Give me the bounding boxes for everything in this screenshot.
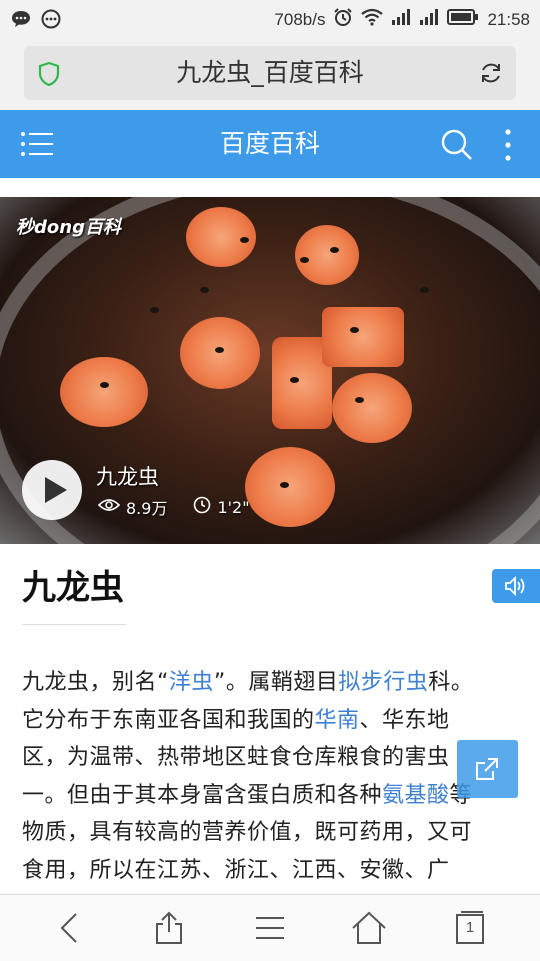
beetle [215, 347, 224, 353]
article-line: 九龙虫，别名“洋虫”。属鞘翅目拟步行虫科。 [22, 664, 520, 702]
video-watermark: 秒dong百科 [16, 217, 121, 238]
status-bar: 708b/s 21:58 [0, 0, 540, 38]
search-icon[interactable] [440, 128, 474, 166]
link-nibuxingchong[interactable]: 拟步行虫 [338, 670, 428, 695]
link-huanan[interactable]: 华南 [315, 708, 360, 733]
app-title: 百度百科 [219, 129, 320, 158]
article-line: 它分布于东南亚各国和我国的华南、华东地 [22, 702, 520, 740]
beetle [240, 237, 249, 243]
beetle [420, 287, 429, 293]
carrot-slice [180, 317, 260, 389]
view-count: 8.9万 [126, 499, 168, 518]
wifi-icon [361, 8, 384, 31]
article-line: 一。但由于其本身富含蛋白质和各种氨基酸等 [22, 777, 520, 815]
more-dots-icon [40, 8, 62, 34]
home-icon[interactable] [351, 910, 387, 946]
article-line: 物质，具有较高的营养价值，既可药用，又可 [22, 820, 473, 845]
address-bar[interactable]: 九龙虫_百度百科 [24, 46, 516, 100]
article-line: 食用，所以在江苏、浙江、江西、安徽、广 [22, 857, 450, 883]
link-anjisuan[interactable]: 氨基酸 [382, 783, 450, 808]
video-title: 九龙虫 [96, 465, 159, 489]
chat-bubble-icon [10, 8, 32, 34]
carrot-slice [60, 357, 148, 427]
carrot-slice [332, 373, 412, 443]
video-meta: 8.9万 1'2" [97, 495, 250, 519]
beetle [290, 377, 299, 383]
share-icon[interactable] [151, 910, 187, 946]
menu-icon[interactable] [20, 131, 54, 161]
bottom-toolbar: 1 [0, 894, 540, 961]
text-run: 九龙虫，别名“ [22, 670, 169, 695]
clock-icon [193, 496, 211, 518]
carrot-slice [322, 307, 404, 367]
carrot-slice [245, 447, 335, 527]
signal-icon [391, 8, 411, 31]
beetle [200, 287, 209, 293]
article-body: 九龙虫，别名“洋虫”。属鞘翅目拟步行虫科。 它分布于东南亚各国和我国的华南、华东… [22, 664, 520, 894]
article-title: 九龙虫 [22, 568, 124, 608]
floating-share-button[interactable] [457, 740, 518, 798]
shield-icon[interactable] [38, 61, 60, 91]
address-bar-container: 九龙虫_百度百科 [0, 38, 540, 110]
play-button[interactable] [22, 460, 82, 520]
reload-icon[interactable] [478, 60, 504, 90]
beetle [100, 382, 109, 388]
alarm-icon [333, 7, 353, 32]
beetle [300, 257, 309, 263]
more-vertical-icon[interactable] [500, 128, 516, 166]
title-divider [22, 624, 126, 625]
text-run: 、华东地 [359, 707, 450, 733]
eye-icon [97, 497, 121, 517]
menu-lines-icon[interactable] [252, 910, 288, 946]
beetle [350, 327, 359, 333]
video-duration: 1'2" [217, 497, 250, 517]
beetle [150, 307, 159, 313]
tabs-icon[interactable]: 1 [452, 910, 488, 946]
carrot-slice [295, 225, 359, 285]
tab-count: 1 [465, 919, 475, 936]
battery-icon [447, 8, 479, 31]
clock: 21:58 [487, 9, 530, 29]
back-icon[interactable] [52, 910, 88, 946]
beetle [355, 397, 364, 403]
text-run: 它分布于东南亚各国和我国的 [22, 707, 315, 733]
signal-icon [419, 8, 439, 31]
text-run: ”。属鞘翅目 [213, 670, 339, 695]
article-line: 区，为温带、热带地区蛀食仓库粮食的害虫 [22, 745, 450, 770]
link-yangchong[interactable]: 洋虫 [169, 670, 214, 695]
beetle [330, 247, 339, 253]
text-run: 科。 [428, 670, 474, 695]
beetle [280, 482, 289, 488]
text-run: 一。但由于其本身富含蛋白质和各种 [22, 782, 383, 808]
network-speed: 708b/s [274, 9, 326, 29]
app-header: 百度百科 [0, 110, 540, 178]
audio-read-button[interactable] [492, 569, 540, 603]
video-player[interactable]: 秒dong百科 九龙虫 8.9万 1'2" [0, 197, 540, 544]
page-url-title[interactable]: 九龙虫_百度百科 [84, 46, 456, 100]
